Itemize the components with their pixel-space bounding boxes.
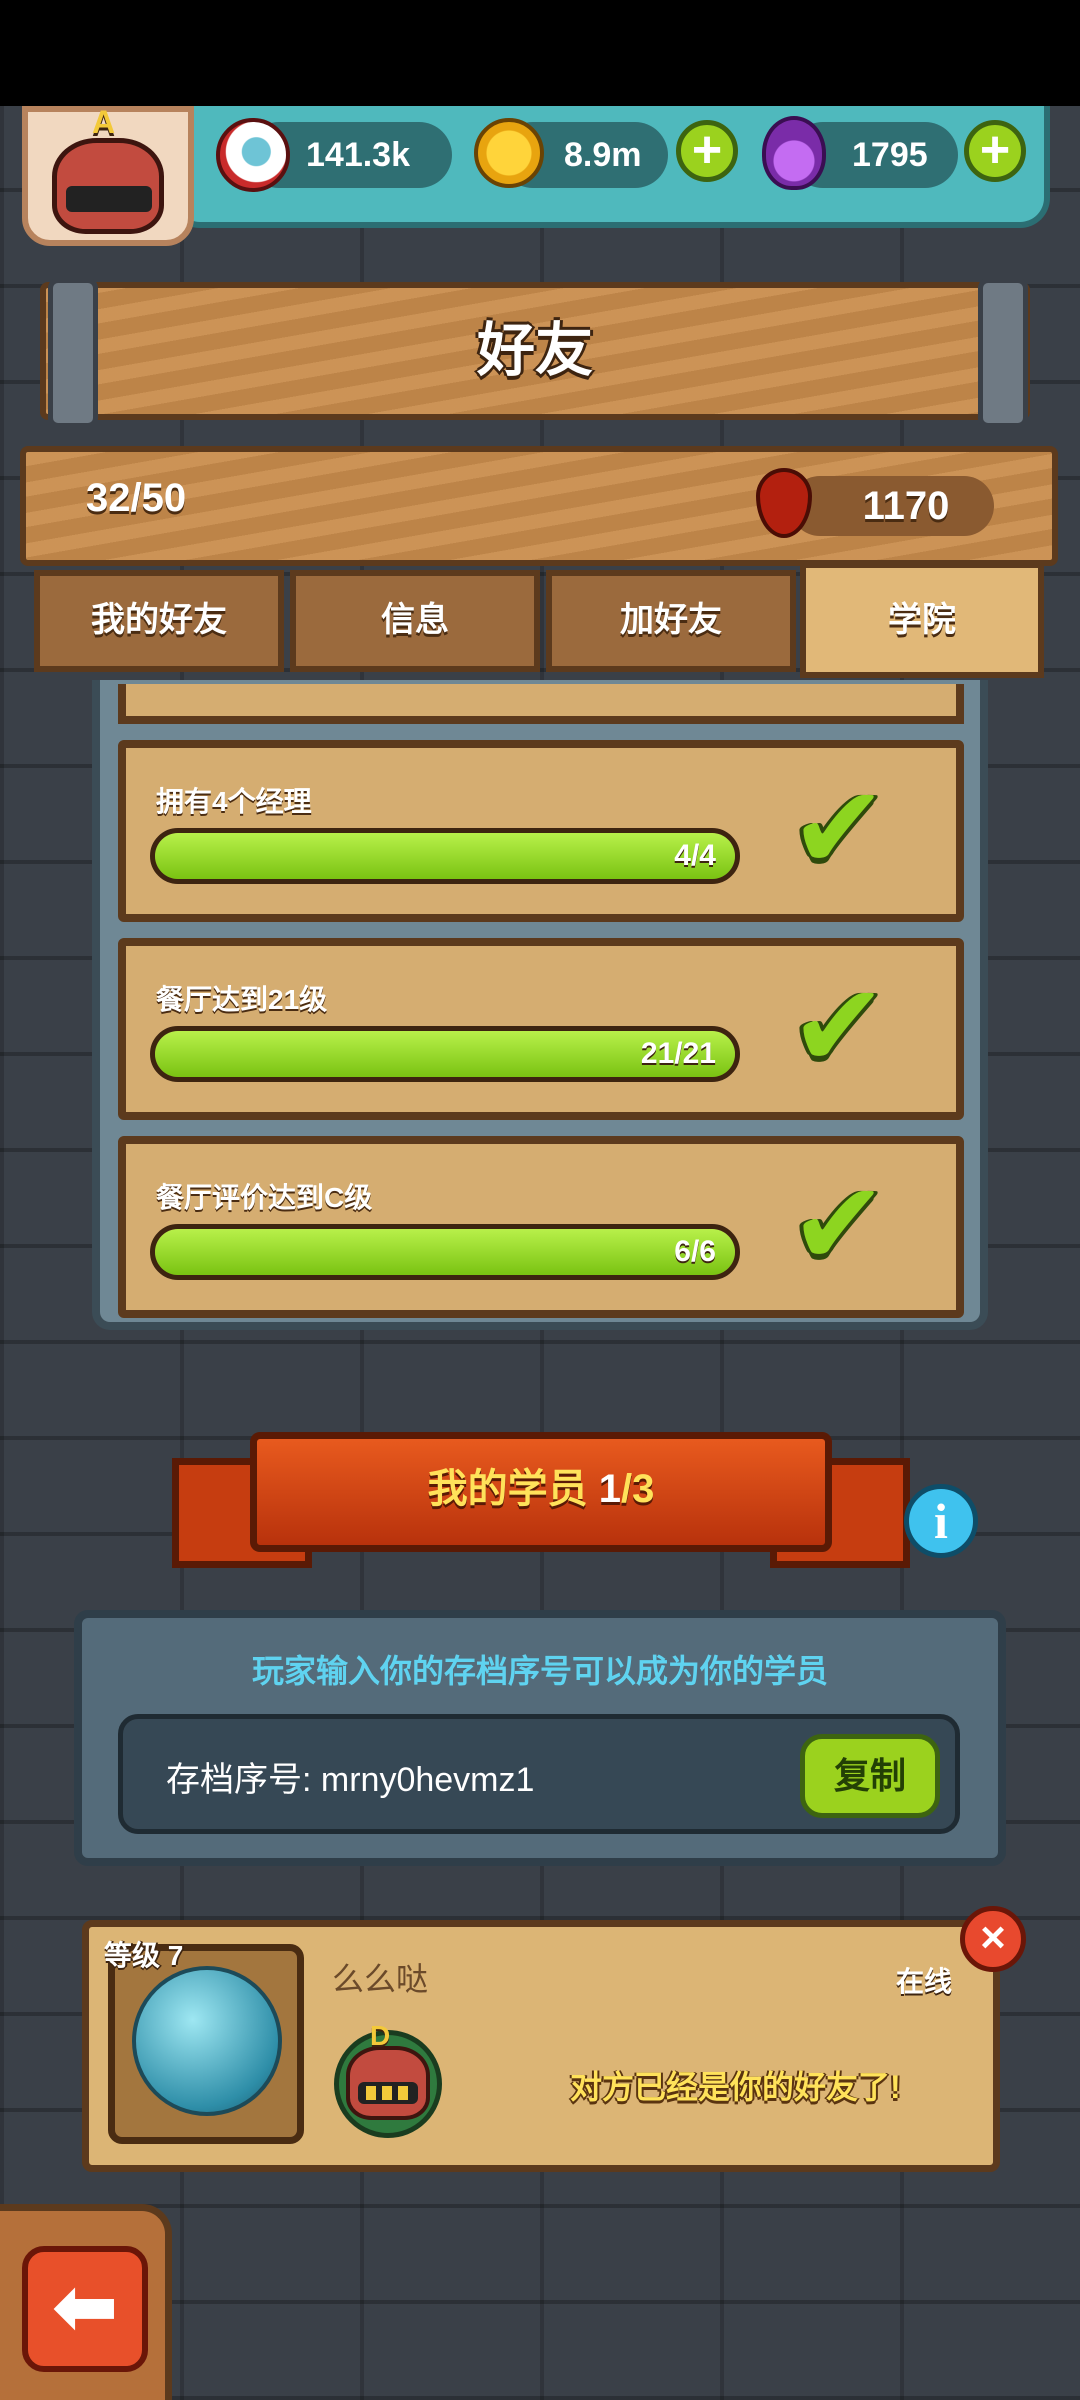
tab-add-friend[interactable]: 加好友: [546, 570, 796, 672]
tooth: [382, 2086, 392, 2100]
task-label: 餐厅达到21级: [156, 984, 328, 1015]
save-code-text: 存档序号: mrny0hevmz1: [166, 1761, 535, 1799]
player-monster-mouth: [66, 186, 152, 212]
task-progress-text: 4/4: [674, 839, 716, 872]
eyeball-icon: [216, 118, 290, 192]
tab-academy[interactable]: 学院: [800, 562, 1044, 678]
tooth: [366, 2086, 376, 2100]
add-coins-button[interactable]: +: [676, 120, 738, 182]
blood-counter: 1170: [790, 476, 994, 536]
check-icon: ✔: [790, 1159, 888, 1289]
tab-my-friends[interactable]: 我的好友: [34, 570, 284, 672]
task-progress-text: 6/6: [674, 1235, 716, 1268]
tab-messages[interactable]: 信息: [290, 570, 540, 672]
check-icon: ✔: [790, 763, 888, 893]
students-title: 我的学员 1/3: [427, 1467, 655, 1511]
task-partial-row: [118, 684, 964, 724]
friend-count: 32/50: [86, 476, 187, 520]
page-title: 好友: [476, 318, 593, 383]
student-level: 等级 7: [104, 1940, 184, 1971]
add-potion-button[interactable]: +: [964, 120, 1026, 182]
potion-icon: [762, 116, 826, 190]
coin-icon: [474, 118, 544, 188]
tooth: [398, 2086, 408, 2100]
check-icon: ✔: [790, 961, 888, 1091]
task-progress-text: 21/21: [640, 1037, 716, 1070]
save-code-hint: 玩家输入你的存档序号可以成为你的学员: [251, 1653, 828, 1689]
student-status: 在线: [896, 1966, 953, 1997]
friend-status-message: 对方已经是你的好友了!: [570, 2069, 901, 2105]
status-bar: [0, 0, 1080, 106]
student-grade: D: [370, 2020, 391, 2051]
arrow-left-icon: ⬅: [51, 2262, 119, 2351]
task-label: 餐厅评价达到C级: [156, 1182, 373, 1213]
student-name: 么么哒: [332, 1961, 429, 1997]
player-grade: A: [92, 104, 116, 140]
remove-student-button[interactable]: ×: [960, 1906, 1026, 1972]
copy-button[interactable]: 复制: [800, 1734, 940, 1818]
student-avatar[interactable]: [132, 1966, 282, 2116]
info-button[interactable]: i: [904, 1484, 978, 1558]
task-label: 拥有4个经理: [156, 786, 312, 817]
back-button[interactable]: ⬅: [22, 2246, 148, 2372]
